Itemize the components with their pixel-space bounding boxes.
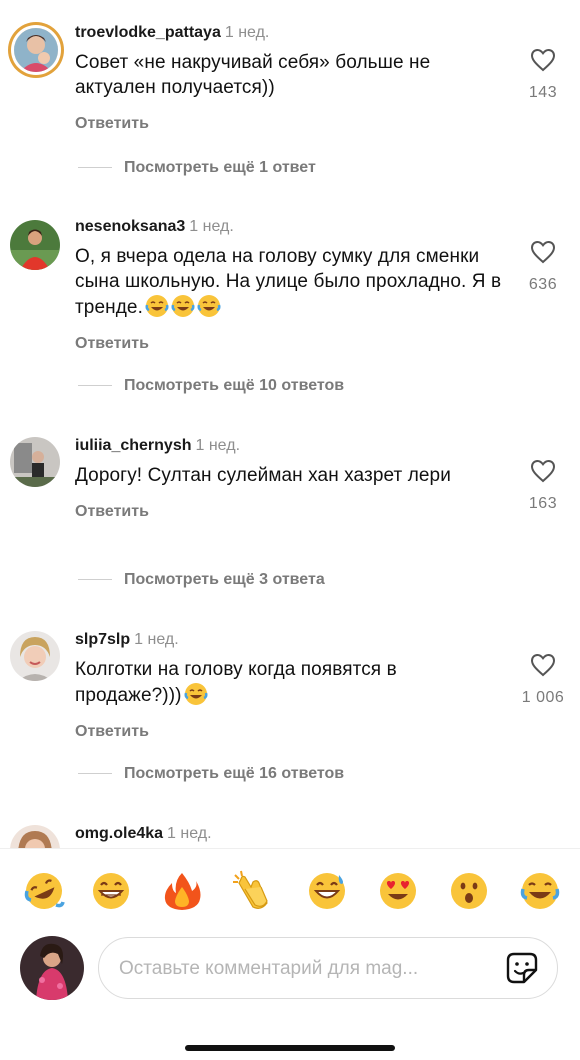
comment-text: Колготки на голову когда появятся в прод… <box>75 657 505 708</box>
like-button[interactable]: 636 <box>520 240 566 294</box>
comment-input-wrapper <box>98 937 558 1000</box>
reply-button[interactable]: Ответить <box>75 503 505 521</box>
comment-time: 1 нед. <box>224 24 270 41</box>
comment-username[interactable]: iuliia_chernysh <box>75 437 192 454</box>
comment-username[interactable]: troevlodke_pattaya <box>75 24 221 41</box>
like-count: 636 <box>528 276 558 293</box>
view-more-replies-label: Посмотреть ещё 3 ответа <box>124 571 325 588</box>
like-button[interactable]: 143 <box>520 48 566 102</box>
reply-button[interactable]: Ответить <box>75 335 505 353</box>
heart-icon <box>530 48 556 72</box>
comment-text-content: Колготки на голову когда появятся в прод… <box>75 659 397 706</box>
clapping-emoji[interactable] <box>231 869 275 913</box>
reply-button[interactable]: Ответить <box>75 115 505 133</box>
comment-input[interactable] <box>117 938 481 1000</box>
heart-icon <box>530 653 556 677</box>
view-more-replies-label: Посмотреть ещё 1 ответ <box>124 159 316 176</box>
quick-reactions <box>0 869 580 913</box>
reply-button[interactable]: Ответить <box>75 723 505 741</box>
comment-time: 1 нед. <box>189 218 234 235</box>
rofl-emoji[interactable] <box>22 869 66 913</box>
tears-of-joy-emoji[interactable] <box>518 869 562 913</box>
current-user-avatar[interactable] <box>20 936 84 1000</box>
comment-text: Совет «не накручивай себя» больше не акт… <box>75 52 431 98</box>
avatar[interactable] <box>10 220 60 270</box>
view-more-replies[interactable]: Посмотреть ещё 3 ответа <box>78 571 325 589</box>
view-more-replies-label: Посмотреть ещё 16 ответов <box>124 765 345 782</box>
avatar[interactable] <box>10 631 60 681</box>
sticker-icon[interactable] <box>505 951 539 985</box>
comment-username[interactable]: omg.ole4ka <box>75 825 163 842</box>
comment-text: О, я вчера одела на голову сумку для сме… <box>75 244 505 320</box>
avatar[interactable] <box>14 28 58 72</box>
avatar[interactable] <box>10 437 60 487</box>
astonished-emoji[interactable] <box>447 869 491 913</box>
like-button[interactable]: 1 006 <box>520 653 566 707</box>
avatar[interactable] <box>10 825 60 848</box>
heart-icon <box>530 240 556 264</box>
view-more-replies-label: Посмотреть ещё 10 ответов <box>124 377 345 394</box>
sweat-smile-emoji[interactable] <box>305 869 349 913</box>
comment-text: Дорогу! Султан сулейман хан хазрет лери <box>75 465 451 486</box>
like-count: 143 <box>528 84 558 101</box>
like-button[interactable]: 163 <box>520 459 566 513</box>
fire-emoji[interactable] <box>160 869 204 913</box>
view-more-replies[interactable]: Посмотреть ещё 1 ответ <box>78 159 316 177</box>
comments-list[interactable]: troevlodke_pattaya 1 нед. Совет «не накру… <box>0 0 580 848</box>
comment-username[interactable]: slp7slp <box>75 631 130 648</box>
comment-text-content: О, я вчера одела на голову сумку для сме… <box>75 246 502 318</box>
heart-eyes-emoji[interactable] <box>376 869 420 913</box>
tears-of-joy-emoji <box>143 295 169 318</box>
heart-icon <box>530 459 556 483</box>
like-count: 1 006 <box>521 689 565 706</box>
home-indicator[interactable] <box>185 1045 395 1051</box>
grin-emoji[interactable] <box>89 869 133 913</box>
view-more-replies[interactable]: Посмотреть ещё 16 ответов <box>78 765 344 783</box>
tears-of-joy-emoji <box>169 295 195 318</box>
comment-composer-bar <box>0 848 580 1060</box>
comment-username[interactable]: nesenoksana3 <box>75 218 185 235</box>
comment-time: 1 нед. <box>134 631 179 648</box>
like-count: 163 <box>528 495 558 512</box>
comment-time: 1 нед. <box>195 437 241 454</box>
tears-of-joy-emoji <box>195 295 221 318</box>
comment-time: 1 нед. <box>167 825 212 842</box>
tears-of-joy-emoji <box>182 683 208 706</box>
view-more-replies[interactable]: Посмотреть ещё 10 ответов <box>78 377 344 395</box>
